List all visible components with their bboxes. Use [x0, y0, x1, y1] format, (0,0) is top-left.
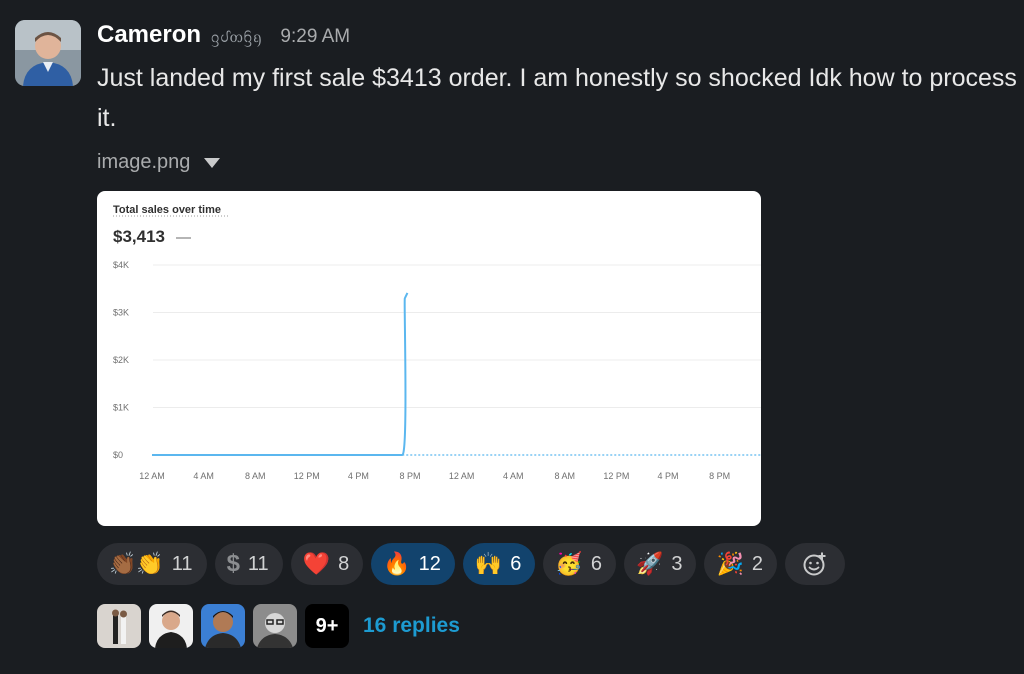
more-participants[interactable]: 9+	[305, 604, 349, 648]
author-avatar[interactable]	[15, 20, 81, 86]
replies-link[interactable]: 16 replies	[363, 614, 460, 638]
x-tick-label: 12 AM	[139, 471, 165, 481]
person-avatar-icon	[253, 604, 297, 648]
x-tick-label: 4 AM	[193, 471, 214, 481]
y-tick-label: $1K	[113, 403, 129, 413]
party-face-icon: 🥳	[555, 551, 583, 576]
x-tick-label: 12 PM	[294, 471, 320, 481]
reaction-clap[interactable]: 👏🏾👏 11	[97, 543, 207, 585]
reaction-raised-hands[interactable]: 🙌 6	[462, 543, 536, 585]
message-header: Cameron ᦋᦔᦎᦌᦏ 9:29 AM	[97, 21, 350, 51]
reaction-dollar[interactable]: $11	[214, 543, 283, 585]
reaction-count: 3	[671, 552, 683, 575]
author-name[interactable]: Cameron	[97, 21, 201, 49]
x-tick-label: 8 AM	[555, 471, 576, 481]
chart-title: Total sales over time	[113, 204, 221, 216]
reaction-count: 2	[751, 552, 763, 575]
reaction-fire[interactable]: 🔥 12	[371, 543, 455, 585]
person-avatar-icon	[201, 604, 245, 648]
dollar-icon: $	[226, 550, 240, 577]
reaction-count: 6	[590, 552, 602, 575]
reaction-count: 8	[338, 552, 350, 575]
x-tick-label: 8 PM	[399, 471, 420, 481]
thread-summary[interactable]: 9+ 16 replies	[97, 604, 460, 648]
person-avatar-icon	[15, 20, 81, 86]
reaction-count: 11	[171, 552, 193, 575]
person-avatar-icon	[97, 604, 141, 648]
reply-avatar-2[interactable]	[149, 604, 193, 648]
heart-icon: ❤️	[302, 551, 331, 576]
x-tick-label: 4 PM	[657, 471, 678, 481]
y-tick-label: $4K	[113, 260, 129, 270]
attached-chart-image[interactable]: Total sales over time $3,413 — $0 $1K $2K $…	[97, 191, 761, 526]
tada-icon: 🎉	[716, 551, 744, 576]
clap-icon: 👏🏾👏	[109, 551, 164, 576]
reaction-count: 11	[247, 552, 269, 575]
custom-status: ᦋᦔᦎᦌᦏ	[211, 29, 263, 46]
y-tick-label: $2K	[113, 355, 129, 365]
x-tick-label: 4 AM	[503, 471, 524, 481]
reply-avatar-3[interactable]	[201, 604, 245, 648]
reaction-count: 12	[418, 552, 441, 575]
y-tick-label: $0	[113, 450, 123, 460]
y-tick-label: $3K	[113, 308, 129, 318]
fire-icon: 🔥	[383, 551, 411, 576]
reply-avatar-4[interactable]	[253, 604, 297, 648]
sales-line	[152, 292, 409, 456]
attachment-name[interactable]: image.png	[97, 151, 190, 174]
y-axis-ticks: $0 $1K $2K $3K $4K	[113, 260, 129, 460]
attachment-header[interactable]: image.png	[97, 151, 221, 174]
reaction-heart[interactable]: ❤️ 8	[290, 543, 364, 585]
x-axis-ticks: 12 AM 4 AM 8 AM 12 PM 4 PM 8 PM 12 AM 4 AM 8 AM 1…	[139, 471, 730, 481]
rocket-icon: 🚀	[635, 551, 664, 576]
chart-total: $3,413	[113, 227, 165, 246]
sales-chart: Total sales over time $3,413 — $0$1K$2K$…	[113, 204, 761, 481]
x-tick-label: 8 AM	[245, 471, 266, 481]
reaction-tada[interactable]: 🎉 2	[704, 543, 777, 585]
caret-down-icon[interactable]	[204, 157, 221, 168]
chart-series	[152, 292, 761, 456]
x-tick-label: 4 PM	[348, 471, 369, 481]
message-timestamp[interactable]: 9:29 AM	[280, 26, 350, 48]
reaction-rocket[interactable]: 🚀 3	[623, 543, 697, 585]
person-avatar-icon	[149, 604, 193, 648]
chart-grid	[153, 264, 761, 408]
message-text: Just landed my first sale $3413 order. I…	[97, 64, 1017, 132]
reactions-bar: 👏🏾👏 11 $11 ❤️ 8 🔥 12 🙌 6 🥳 6 🚀 3 🎉 2	[97, 543, 845, 585]
reaction-count: 6	[510, 552, 522, 575]
raised-hands-icon: 🙌	[474, 551, 503, 576]
add-emoji-icon	[803, 552, 826, 576]
add-reaction-button[interactable]	[785, 543, 845, 585]
chart-total-suffix: —	[176, 229, 191, 246]
reply-avatar-1[interactable]	[97, 604, 141, 648]
x-tick-label: 12 PM	[603, 471, 629, 481]
x-tick-label: 8 PM	[709, 471, 730, 481]
reaction-party-face[interactable]: 🥳 6	[543, 543, 616, 585]
x-tick-label: 12 AM	[449, 471, 475, 481]
